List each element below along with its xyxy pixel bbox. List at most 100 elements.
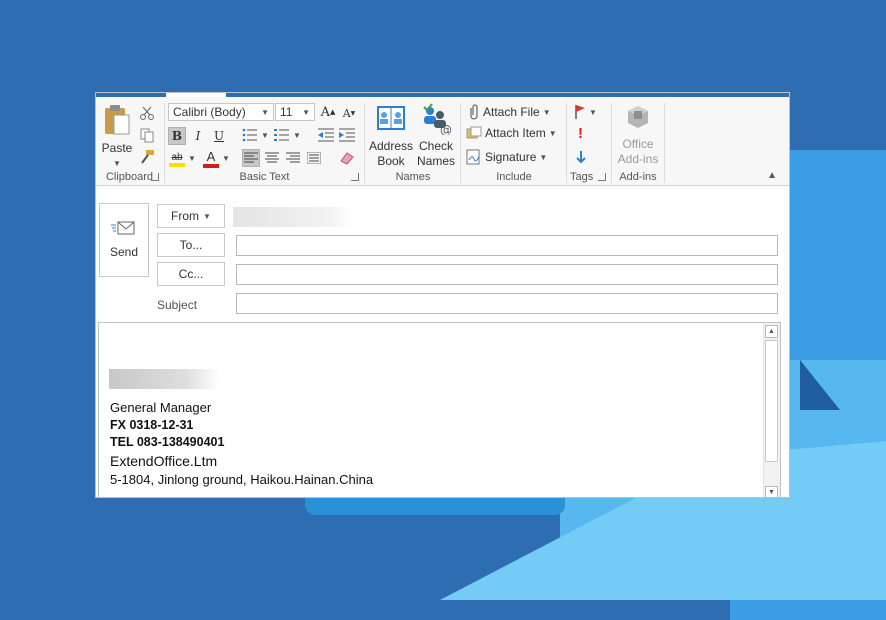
signature-name-redacted [109,369,219,389]
clear-formatting-button[interactable] [338,149,356,167]
chevron-down-icon: ▼ [203,211,211,221]
underline-button[interactable]: U [210,127,228,145]
italic-icon: I [195,129,201,143]
bold-button[interactable]: B [168,127,186,145]
attach-item-icon [466,126,482,139]
cc-input[interactable] [236,264,778,285]
chevron-down-icon: ▼ [261,130,269,140]
align-left-button[interactable] [242,149,260,167]
chevron-down-icon: ▼ [302,107,310,117]
addins-group-label: Add-ins [619,171,657,183]
format-painter-button[interactable] [139,149,155,165]
message-window: Paste ▼ Clipboard Calibri (Body) ▼ 11 ▼ … [95,92,790,498]
names-group: Address Book @ Check Names Names [366,97,460,185]
office-addins-button[interactable]: Office Add-ins [614,103,662,167]
shrink-font-button[interactable]: A ▼ [340,104,358,122]
to-button[interactable]: To... [157,233,225,257]
justify-icon [307,152,321,164]
align-center-icon [265,152,279,163]
svg-text:@: @ [440,123,452,135]
subject-input[interactable] [236,293,778,314]
basic-text-group: Calibri (Body) ▼ 11 ▼ A ▲ A ▼ B I U ▼ ▼ … [166,97,363,185]
format-painter-icon [141,150,154,164]
clipboard-dialog-launcher-icon[interactable] [151,173,159,181]
basic-text-dialog-launcher-icon[interactable] [351,173,359,181]
scroll-up-icon[interactable]: ▲ [765,325,778,338]
address-book-icon [377,106,405,130]
font-size-dropdown[interactable]: 11 ▼ [275,103,315,121]
tags-group: ▼ ! Tags [568,97,610,185]
font-name-dropdown[interactable]: Calibri (Body) ▼ [168,103,274,121]
chevron-down-icon: ▼ [542,107,551,117]
chevron-down-icon: ▼ [188,153,196,163]
signature-button[interactable]: Signature ▼ [466,149,547,165]
send-button[interactable]: Send [99,203,149,277]
follow-up-button[interactable]: ▼ [574,104,597,120]
italic-button[interactable]: I [189,127,207,145]
cut-button[interactable] [139,105,155,121]
bullets-icon [242,128,257,142]
numbering-button[interactable]: ▼ [274,128,301,142]
copy-icon [140,128,154,143]
highlight-button[interactable]: ab ▼ [169,149,196,167]
from-label: From [171,209,200,223]
cut-icon [140,106,154,120]
body-scrollbar[interactable]: ▲ ▼ [763,323,780,497]
to-input[interactable] [236,235,778,256]
tags-dialog-launcher-icon[interactable] [598,173,606,181]
increase-indent-button[interactable] [339,128,355,142]
signature-address: 5-1804, Jinlong ground, Haikou.Hainan.Ch… [110,472,374,487]
chevron-down-icon: ▼ [222,154,230,163]
underline-icon: U [213,129,225,143]
align-right-button[interactable] [284,149,302,167]
importance-high-button[interactable]: ! [578,125,583,142]
clipboard-group: Paste ▼ Clipboard [96,97,163,185]
address-book-button[interactable]: Address Book [368,103,414,169]
message-body[interactable]: General Manager FX 0318-12-31 TEL 083-13… [98,322,781,497]
office-addins-label-line1: Office [622,137,654,151]
signature-fax: FX 0318-12-31 [110,418,194,432]
paste-button[interactable]: Paste ▼ [99,103,135,171]
align-center-button[interactable] [263,149,281,167]
signature-tel: TEL 083-138490401 [110,435,225,449]
chevron-down-icon: ▼ [539,152,548,162]
basic-text-group-label: Basic Text [239,171,290,183]
importance-high-icon: ! [578,125,583,142]
from-account-value [233,207,353,227]
paste-label: Paste [101,141,133,155]
shrink-font-icon: A [342,106,351,120]
font-color-button[interactable]: A ▼ [203,149,230,168]
chevron-down-icon: ▼ [261,107,269,117]
eraser-icon [340,152,354,165]
check-names-button[interactable]: @ Check Names [414,103,458,169]
cc-button[interactable]: Cc... [157,262,225,286]
office-addins-label-line2: Add-ins [617,152,659,166]
grow-font-icon: A [320,104,330,120]
cc-label: Cc... [178,267,204,281]
importance-low-button[interactable] [576,150,586,164]
from-button[interactable]: From ▼ [157,204,225,228]
scroll-thumb[interactable] [765,340,778,462]
copy-button[interactable] [139,127,155,143]
check-names-label-line2: Names [416,154,455,168]
bullets-button[interactable]: ▼ [242,128,269,142]
collapse-ribbon-icon[interactable]: ▲ [767,170,777,181]
scroll-down-icon[interactable]: ▼ [765,486,778,497]
decrease-indent-button[interactable] [318,128,334,142]
attach-file-button[interactable]: Attach File ▼ [468,104,551,120]
attach-item-button[interactable]: Attach Item ▼ [466,126,557,140]
align-right-icon [286,152,300,163]
justify-button[interactable] [305,149,323,167]
ribbon: Paste ▼ Clipboard Calibri (Body) ▼ 11 ▼ … [96,97,789,186]
font-size-value: 11 [280,105,293,119]
subject-label: Subject [157,298,198,312]
arrow-down-icon [576,151,586,164]
paste-dropdown-icon: ▼ [113,159,121,168]
grow-font-button[interactable]: A ▲ [319,103,337,121]
font-color-icon: A [203,149,219,168]
signature-label: Signature [485,150,537,164]
include-group-label: Include [496,171,532,183]
group-separator [664,103,665,183]
align-left-icon [244,152,258,163]
group-separator [364,103,365,183]
